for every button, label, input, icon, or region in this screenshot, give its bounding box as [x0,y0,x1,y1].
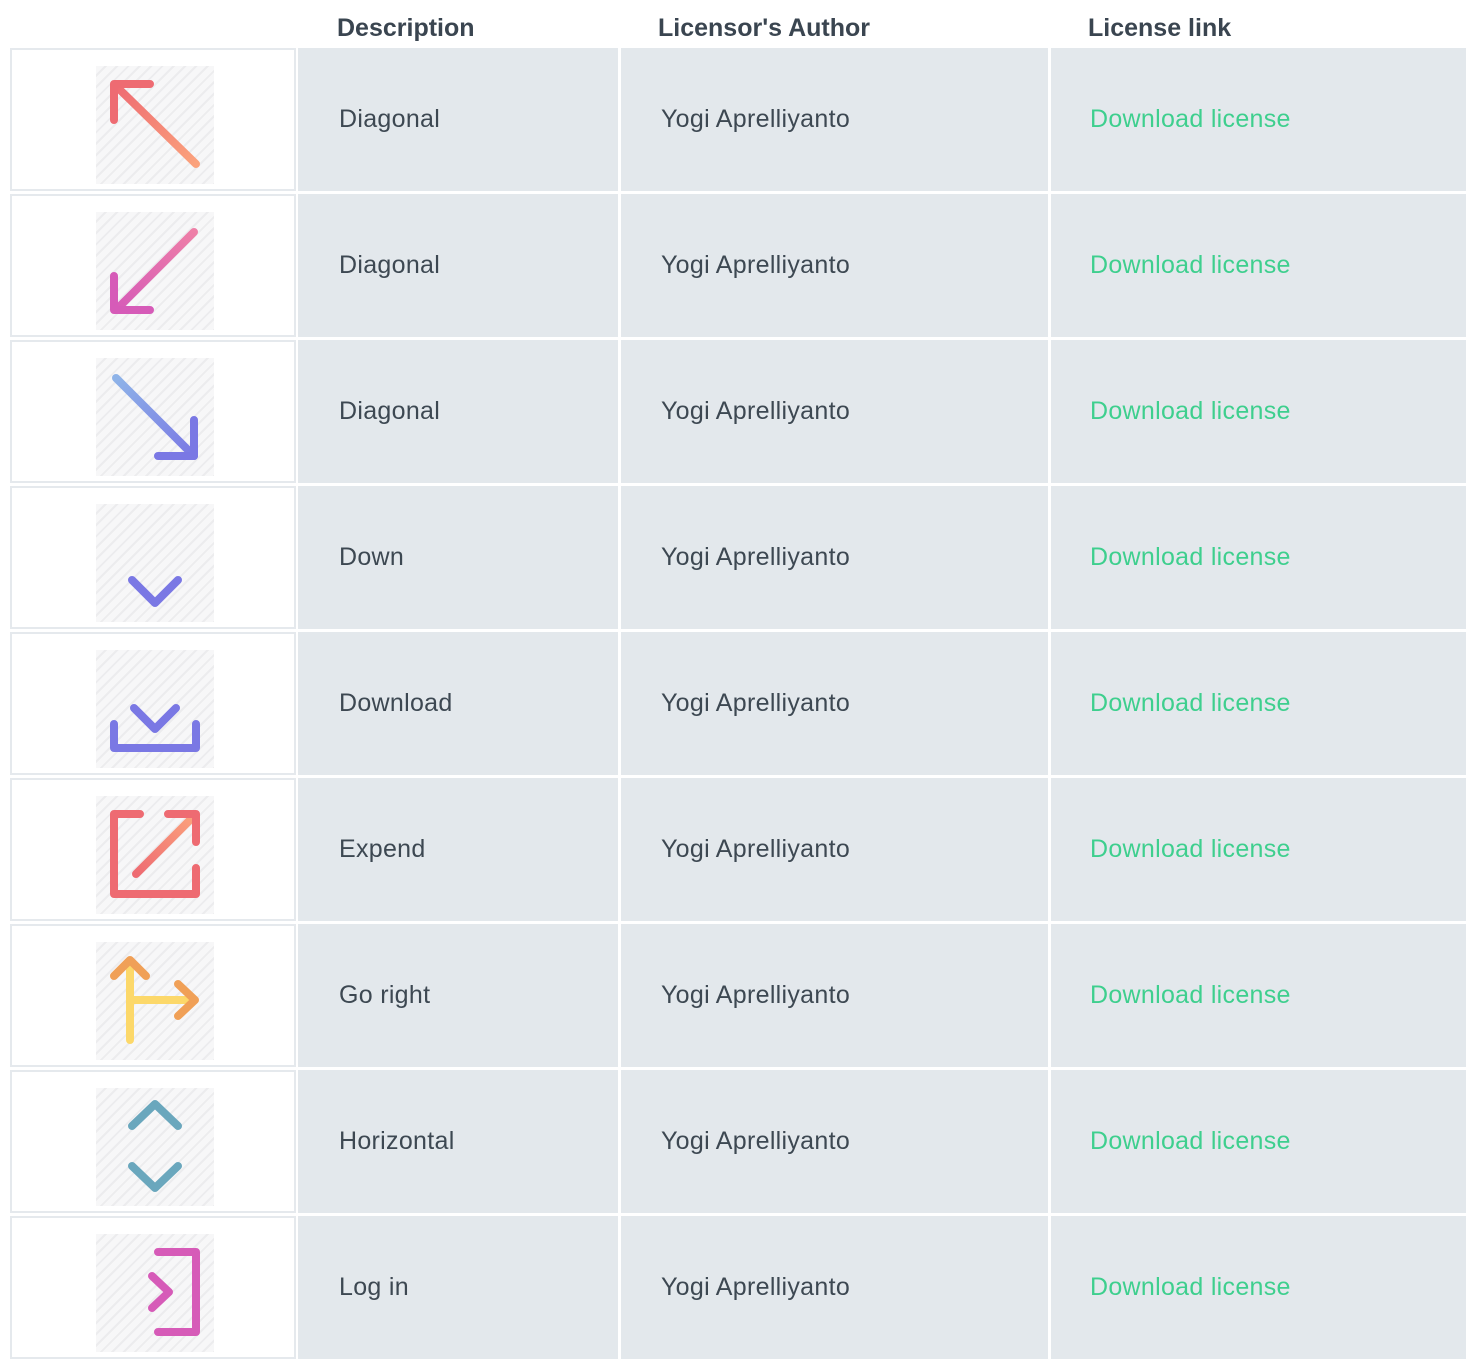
license-cell: Download license [1051,194,1466,337]
download-icon [96,650,214,768]
license-cell: Download license [1051,924,1466,1067]
description-text: Horizontal [339,1127,455,1155]
author-cell: Yogi Aprelliyanto [621,1216,1048,1359]
description-cell: Log in [298,1216,618,1359]
arrow-down-left-icon [96,212,214,330]
author-cell: Yogi Aprelliyanto [621,924,1048,1067]
vertical-arrows-icon [96,1088,214,1206]
arrow-up-left-icon [96,66,214,184]
description-text: Diagonal [339,251,441,279]
expand-icon [96,796,214,914]
author-text: Yogi Aprelliyanto [661,105,851,133]
icon-cell [10,1216,296,1359]
description-cell: Diagonal [298,340,618,483]
icon-cell [10,486,296,629]
table-row: Diagonal Yogi Aprelliyanto Download lice… [10,194,1466,340]
author-text: Yogi Aprelliyanto [661,251,851,279]
download-license-link[interactable]: Download license [1090,981,1291,1010]
icon-cell [10,924,296,1067]
table-row: Download Yogi Aprelliyanto Download lice… [10,632,1466,778]
download-license-link[interactable]: Download license [1090,105,1291,134]
download-license-link[interactable]: Download license [1090,251,1291,280]
download-license-link[interactable]: Download license [1090,835,1291,864]
license-cell: Download license [1051,1216,1466,1359]
description-text: Go right [339,981,431,1009]
icon-cell [10,194,296,337]
download-license-link[interactable]: Download license [1090,1273,1291,1302]
license-cell: Download license [1051,340,1466,483]
description-cell: Horizontal [298,1070,618,1213]
license-cell: Download license [1051,632,1466,775]
table-row: Go right Yogi Aprelliyanto Download lice… [10,924,1466,1070]
icon-license-table: Diagonal Yogi Aprelliyanto Download lice… [10,48,1466,1362]
author-text: Yogi Aprelliyanto [661,397,851,425]
download-license-link[interactable]: Download license [1090,1127,1291,1156]
log-in-icon [96,1234,214,1352]
table-row: Log in Yogi Aprelliyanto Download licens… [10,1216,1466,1362]
description-cell: Diagonal [298,194,618,337]
table-row: Diagonal Yogi Aprelliyanto Download lice… [10,340,1466,486]
license-cell: Download license [1051,48,1466,191]
arrow-down-right-icon [96,358,214,476]
author-cell: Yogi Aprelliyanto [621,632,1048,775]
table-row: Expend Yogi Aprelliyanto Download licens… [10,778,1466,924]
author-text: Yogi Aprelliyanto [661,835,851,863]
icon-cell [10,48,296,191]
download-license-link[interactable]: Download license [1090,689,1291,718]
table-row: Horizontal Yogi Aprelliyanto Download li… [10,1070,1466,1216]
download-license-link[interactable]: Download license [1090,543,1291,572]
download-license-link[interactable]: Download license [1090,397,1291,426]
author-text: Yogi Aprelliyanto [661,1127,851,1155]
author-cell: Yogi Aprelliyanto [621,486,1048,629]
author-cell: Yogi Aprelliyanto [621,48,1048,191]
table-row: Diagonal Yogi Aprelliyanto Download lice… [10,48,1466,194]
license-cell: Download license [1051,1070,1466,1213]
header-license-link: License link [1088,14,1232,42]
author-cell: Yogi Aprelliyanto [621,778,1048,921]
description-cell: Go right [298,924,618,1067]
author-cell: Yogi Aprelliyanto [621,194,1048,337]
description-cell: Diagonal [298,48,618,191]
author-text: Yogi Aprelliyanto [661,689,851,717]
description-cell: Expend [298,778,618,921]
author-cell: Yogi Aprelliyanto [621,340,1048,483]
author-text: Yogi Aprelliyanto [661,543,851,571]
author-text: Yogi Aprelliyanto [661,1273,851,1301]
license-cell: Download license [1051,486,1466,629]
description-cell: Download [298,632,618,775]
table-header: Description Licensor's Author License li… [0,0,1466,50]
icon-cell [10,340,296,483]
description-text: Down [339,543,405,571]
description-cell: Down [298,486,618,629]
arrow-down-icon [96,504,214,622]
author-cell: Yogi Aprelliyanto [621,1070,1048,1213]
icon-cell [10,632,296,775]
description-text: Log in [339,1273,409,1301]
description-text: Download [339,689,453,717]
header-author: Licensor's Author [658,14,870,42]
icon-cell [10,778,296,921]
description-text: Expend [339,835,426,863]
header-description: Description [337,14,475,42]
table-row: Down Yogi Aprelliyanto Download license [10,486,1466,632]
author-text: Yogi Aprelliyanto [661,981,851,1009]
description-text: Diagonal [339,105,441,133]
description-text: Diagonal [339,397,441,425]
go-right-icon [96,942,214,1060]
license-cell: Download license [1051,778,1466,921]
icon-cell [10,1070,296,1213]
